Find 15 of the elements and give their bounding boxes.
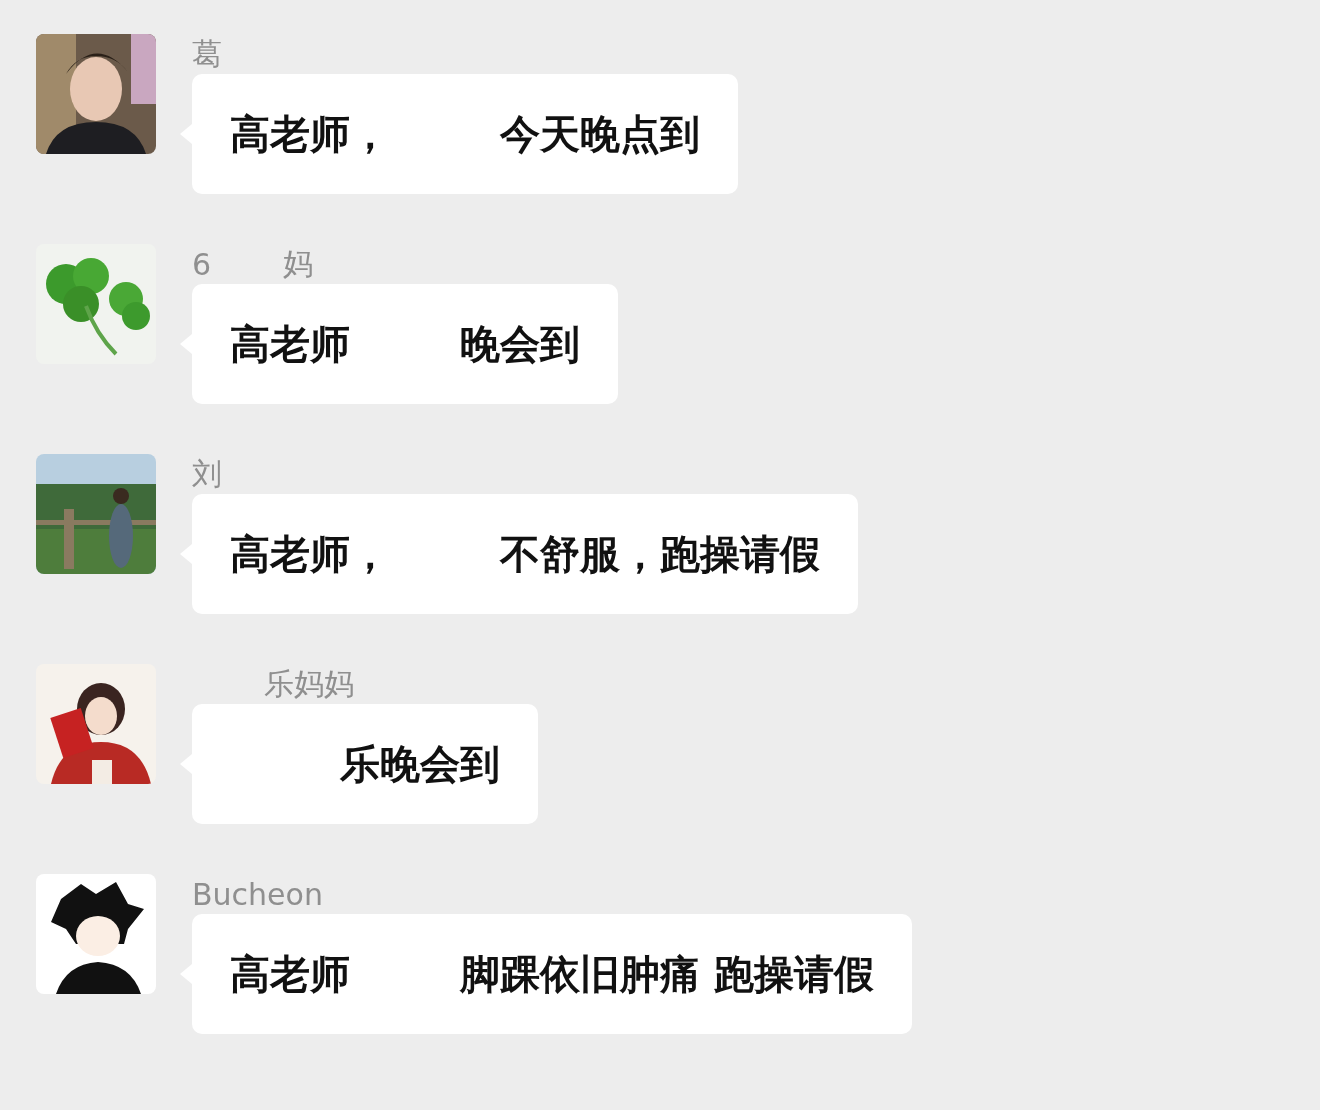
message-text: 乐晚会到 — [340, 739, 500, 789]
message-text: 高老师 — [230, 319, 350, 369]
sender-name: 葛 — [192, 34, 222, 73]
message-text: 晚会到 — [460, 319, 580, 369]
message-text: 高老师， — [230, 109, 390, 159]
message-text: 脚踝依旧肿痛 跑操请假 — [460, 949, 874, 999]
message-text: 高老师， — [230, 529, 390, 579]
sender-name: 乐妈妈 — [264, 664, 354, 703]
sender-name: 刘 — [192, 454, 222, 493]
sender-name: Bucheon — [192, 876, 323, 912]
message-text: 不舒服，跑操请假 — [500, 529, 820, 579]
message-text: 今天晚点到 — [500, 109, 700, 159]
message-text: 高老师 — [230, 949, 350, 999]
sender-name: 6 — [192, 246, 212, 282]
sender-name: 妈 — [283, 244, 314, 283]
